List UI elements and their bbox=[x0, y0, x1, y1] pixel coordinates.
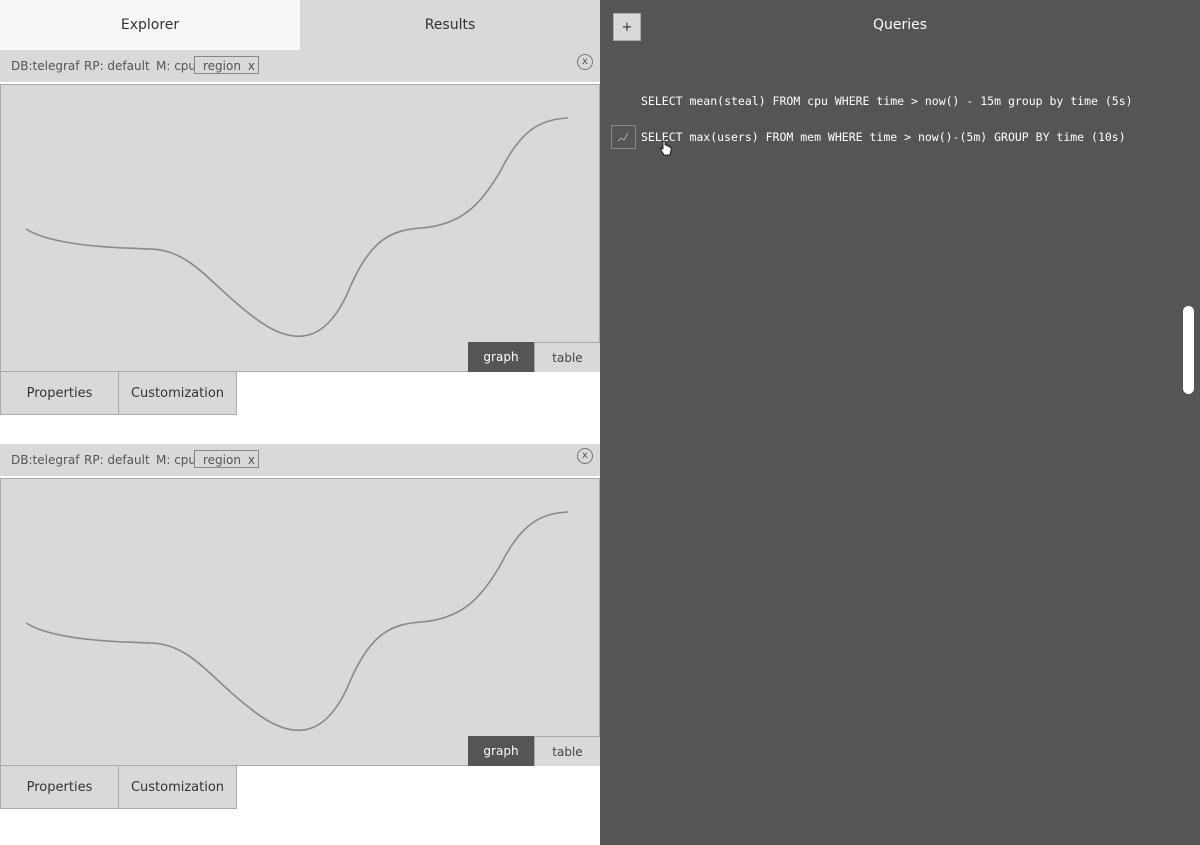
properties-button[interactable]: Properties bbox=[0, 371, 119, 415]
table-view-button[interactable]: table bbox=[534, 736, 600, 766]
properties-button[interactable]: Properties bbox=[0, 765, 119, 809]
chart-line bbox=[25, 117, 569, 338]
line-chart bbox=[25, 511, 569, 732]
tag-chip-label: region bbox=[203, 453, 241, 467]
scrollbar[interactable] bbox=[1183, 306, 1194, 394]
query-item[interactable]: SELECT mean(steal) FROM cpu WHERE time >… bbox=[641, 94, 1133, 108]
rp-label: RP: default bbox=[84, 59, 150, 73]
table-view-button[interactable]: table bbox=[534, 342, 600, 372]
tab-explorer[interactable]: Explorer bbox=[0, 0, 300, 50]
queries-title: Queries bbox=[872, 17, 928, 33]
customization-button[interactable]: Customization bbox=[118, 765, 237, 809]
tag-remove-button[interactable]: x bbox=[248, 453, 255, 467]
rp-label: RP: default bbox=[84, 453, 150, 467]
meta-bar: DB:telegraf RP: default M: cpu region x … bbox=[0, 444, 600, 476]
chart-line bbox=[25, 511, 569, 732]
chart-area: graph table bbox=[0, 478, 600, 766]
customization-button[interactable]: Customization bbox=[118, 371, 237, 415]
measurement-label: M: cpu bbox=[156, 59, 197, 73]
measurement-label: M: cpu bbox=[156, 453, 197, 467]
query-panel-1: DB:telegraf RP: default M: cpu region x … bbox=[0, 50, 600, 416]
queries-pane: Queries + SELECT mean(steal) FROM cpu WH… bbox=[600, 0, 1200, 845]
tag-remove-button[interactable]: x bbox=[248, 59, 255, 73]
graph-view-button[interactable]: graph bbox=[468, 342, 534, 372]
close-panel-button[interactable]: x bbox=[577, 54, 593, 70]
line-graph-icon[interactable] bbox=[611, 125, 636, 149]
plus-icon: + bbox=[621, 19, 633, 35]
query-item[interactable]: SELECT max(users) FROM mem WHERE time > … bbox=[641, 130, 1126, 144]
db-label: DB:telegraf bbox=[11, 59, 80, 73]
chart-area: graph table bbox=[0, 84, 600, 372]
hand-cursor-icon bbox=[660, 140, 672, 156]
line-chart bbox=[25, 117, 569, 338]
graph-view-button[interactable]: graph bbox=[468, 736, 534, 766]
query-panel-2: DB:telegraf RP: default M: cpu region x … bbox=[0, 444, 600, 810]
tag-chip: region x bbox=[194, 56, 259, 74]
tag-chip-label: region bbox=[203, 59, 241, 73]
tab-results[interactable]: Results bbox=[300, 0, 600, 50]
add-query-button[interactable]: + bbox=[613, 13, 641, 41]
tag-chip: region x bbox=[194, 450, 259, 468]
db-label: DB:telegraf bbox=[11, 453, 80, 467]
meta-bar: DB:telegraf RP: default M: cpu region x … bbox=[0, 50, 600, 82]
close-panel-button[interactable]: x bbox=[577, 448, 593, 464]
